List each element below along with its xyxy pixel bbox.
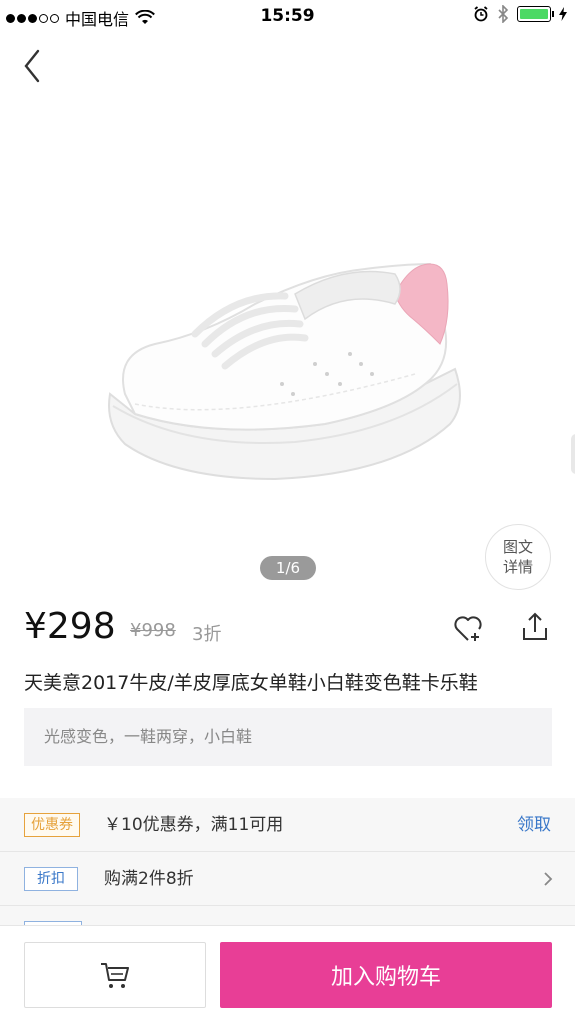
chevron-right-icon <box>544 872 553 886</box>
discount-label: 3折 <box>192 624 222 645</box>
product-image <box>108 262 461 481</box>
coupon-tag: 优惠券 <box>24 813 80 837</box>
product-image-gallery[interactable]: 1/6 图文 详情 <box>0 34 575 590</box>
bottom-action-bar: 加入购物车 <box>0 925 575 1024</box>
back-arrow-icon[interactable] <box>18 46 48 86</box>
product-title: 天美意2017牛皮/羊皮厚底女单鞋小白鞋变色鞋卡乐鞋 <box>24 672 478 694</box>
share-icon[interactable] <box>520 610 550 642</box>
add-to-cart-button[interactable]: 加入购物车 <box>220 942 552 1008</box>
next-image-peek <box>571 434 575 474</box>
product-page: 中国电信 15:59 1/6 图文 详情 ¥298 ¥998 3折 天美意201… <box>0 0 575 1024</box>
product-subtitle: 光感变色，一鞋两穿，小白鞋 <box>24 708 552 766</box>
battery-icon <box>517 6 554 22</box>
charging-icon <box>559 7 567 21</box>
detail-button-line2: 详情 <box>502 558 533 576</box>
discount-text: 购满2件8折 <box>104 869 194 889</box>
shopping-cart-button[interactable] <box>24 942 206 1008</box>
claim-coupon-button[interactable]: 领取 <box>517 798 551 852</box>
detail-button-line1: 图文 <box>502 538 533 556</box>
discount-row[interactable]: 折扣 购满2件8折 <box>0 852 575 906</box>
status-right <box>473 5 567 23</box>
gallery-page-indicator: 1/6 <box>260 556 316 580</box>
discount-tag: 折扣 <box>24 867 78 891</box>
current-price: ¥298 <box>24 606 116 647</box>
price-row: ¥298 ¥998 3折 <box>24 606 554 656</box>
status-bar: 中国电信 15:59 <box>0 0 575 34</box>
shopping-cart-icon <box>101 963 129 988</box>
alarm-icon <box>474 6 488 22</box>
favorite-heart-icon[interactable] <box>452 612 484 644</box>
coupon-text: ￥10优惠券，满11可用 <box>104 815 284 835</box>
image-text-detail-button[interactable]: 图文 详情 <box>485 524 551 590</box>
coupon-row[interactable]: 优惠券 ￥10优惠券，满11可用 领取 <box>0 798 575 852</box>
original-price: ¥998 <box>130 620 176 641</box>
bluetooth-icon <box>498 5 509 23</box>
